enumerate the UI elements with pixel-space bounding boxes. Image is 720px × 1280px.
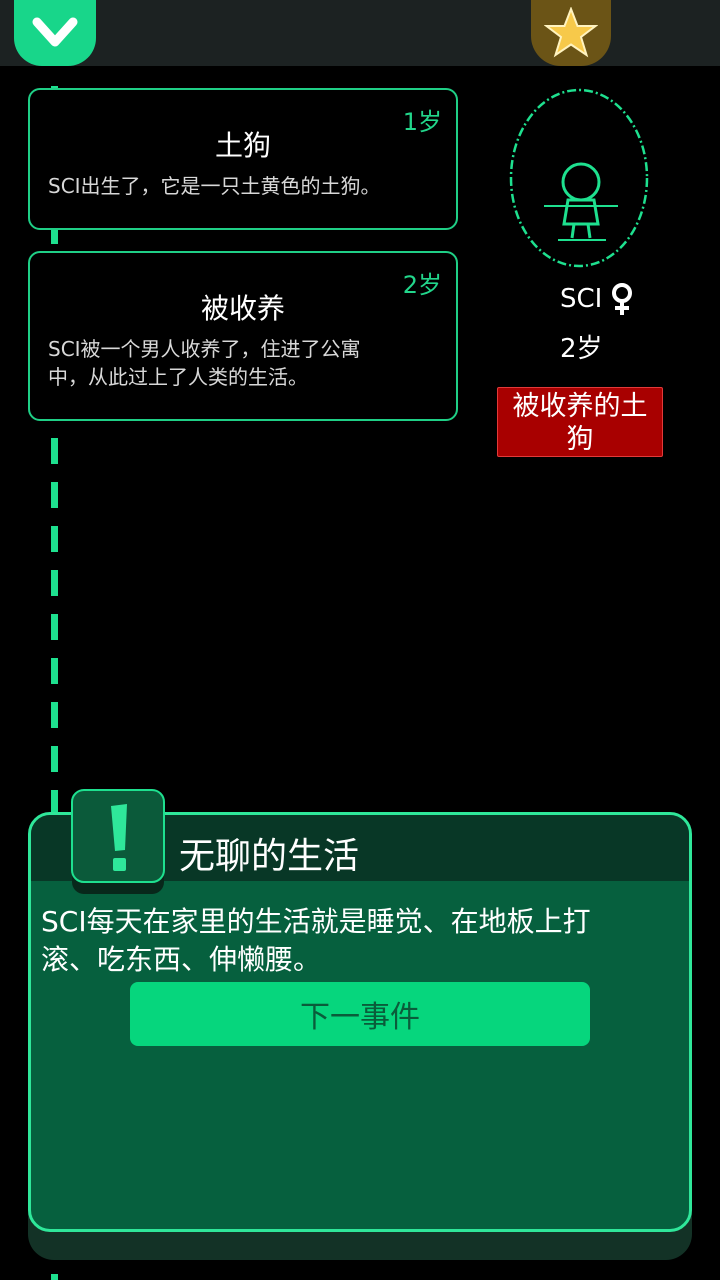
female-icon <box>612 283 633 315</box>
event-description-line: 中，从此过上了人类的生活。 <box>48 365 308 389</box>
collapse-button[interactable] <box>14 0 96 66</box>
dialog-text: SCI每天在家里的生活就是睡觉、在地板上打 滚、吃东西、伸懒腰。 <box>41 903 661 979</box>
character-name: SCI <box>560 284 603 314</box>
character-age: 2岁 <box>560 334 603 364</box>
dialog-title: 无聊的生活 <box>179 836 360 877</box>
favorite-button[interactable] <box>531 0 611 66</box>
event-card: 1岁 土狗 SCI出生了，它是一只土黄色的土狗。 <box>28 88 458 230</box>
dialog-text-line: 滚、吃东西、伸懒腰。 <box>41 943 322 976</box>
status-badge: 被收养的土 狗 <box>497 387 663 457</box>
event-title: 被收养 <box>200 292 285 325</box>
star-icon <box>544 7 598 58</box>
character-body <box>562 198 600 226</box>
event-title: 土狗 <box>214 129 271 162</box>
exclamation-icon <box>71 789 165 894</box>
event-description-line: SCI出生了，它是一只土黄色的土狗。 <box>48 174 381 198</box>
status-badge-line: 被收养的土 <box>512 391 648 422</box>
status-badge-line: 狗 <box>566 424 594 455</box>
next-event-button[interactable]: 下一事件 <box>130 982 590 1046</box>
event-description: SCI出生了，它是一只土黄色的土狗。 <box>48 172 426 200</box>
top-bar <box>0 0 720 66</box>
event-description-line: SCI被一个男人收养了，住进了公寓 <box>48 337 361 361</box>
event-description: SCI被一个男人收养了，住进了公寓 中，从此过上了人类的生活。 <box>48 335 426 391</box>
chevron-down-icon <box>32 17 78 47</box>
character-name-row: SCI <box>560 282 634 316</box>
dialog-text-line: SCI每天在家里的生活就是睡觉、在地板上打 <box>41 905 591 938</box>
character-head <box>561 162 601 202</box>
character-portrait <box>509 88 649 268</box>
event-card: 2岁 被收养 SCI被一个男人收养了，住进了公寓 中，从此过上了人类的生活。 <box>28 251 458 421</box>
